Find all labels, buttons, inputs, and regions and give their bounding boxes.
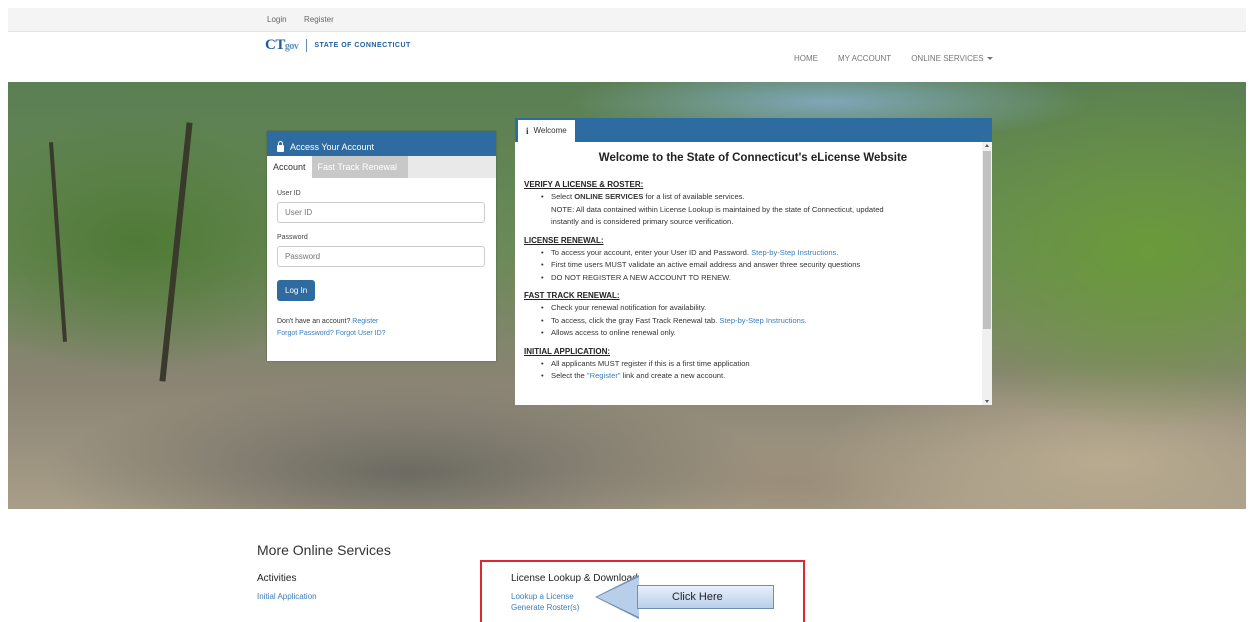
initial-application-list: All applicants MUST register if this is … [541,358,982,383]
login-panel-title: Access Your Account [290,142,375,152]
site-header: CTgov STATE OF CONNECTICUT HOME MY ACCOU… [8,32,1246,82]
scroll-thumb[interactable] [983,151,991,329]
nav-online-services[interactable]: ONLINE SERVICES [911,54,993,63]
activities-column: Activities Initial Application [257,573,317,602]
fast-track-section-heading: FAST TRACK RENEWAL: [524,291,620,300]
info-icon: i [526,126,529,136]
welcome-panel: i Welcome Welcome to the State of Connec… [515,118,992,405]
no-account-text: Don't have an account? [277,318,351,325]
login-panel-header: Access Your Account [267,131,496,156]
list-item: All applicants MUST register if this is … [541,358,982,371]
lock-icon [277,140,284,152]
log-in-button[interactable]: Log In [277,280,316,301]
welcome-tabbar: i Welcome [515,118,992,142]
login-link[interactable]: Login [267,15,287,24]
register-account-link[interactable]: Register [352,318,378,325]
renewal-instructions-link[interactable]: Step-by-Step Instructions. [751,248,838,257]
nav-my-account[interactable]: MY ACCOUNT [838,54,891,63]
forgot-password-link[interactable]: Forgot Password? [277,330,334,337]
register-inline-link[interactable]: "Register" [587,371,621,380]
tab-welcome[interactable]: i Welcome [518,120,575,142]
password-input[interactable] [277,246,485,267]
renewal-section-heading: LICENSE RENEWAL: [524,235,604,245]
login-tabs: Account Fast Track Renewal [267,156,496,178]
list-item: Allows access to online renewal only. [541,327,982,340]
logo-divider [306,39,308,52]
login-form: User ID Password Log In Don't have an ac… [267,178,496,340]
welcome-scrollbar[interactable] [982,142,992,405]
ct-gov-logo[interactable]: CTgov STATE OF CONNECTICUT [265,37,411,54]
renewal-section-list: To access your account, enter your User … [541,247,982,285]
tree-trunk [49,142,67,342]
nav-home[interactable]: HOME [794,54,818,63]
utility-bar: Login Register [8,8,1246,32]
logo-state-name: STATE OF CONNECTICUT [314,42,411,49]
activities-heading: Activities [257,573,297,584]
list-item: NOTE: All data contained within License … [551,204,884,214]
scroll-down-arrow-icon[interactable] [985,400,989,403]
register-link[interactable]: Register [304,15,334,24]
password-label: Password [277,234,308,241]
login-panel: Access Your Account Account Fast Track R… [267,131,496,361]
more-services-title: More Online Services [257,542,391,558]
scroll-up-arrow-icon[interactable] [985,144,989,147]
tab-account[interactable]: Account [267,156,312,178]
fast-track-instructions-link[interactable]: Step-by-Step Instructions. [719,316,806,325]
fast-track-section-list: Check your renewal notification for avai… [541,302,982,340]
tree-trunk [159,122,193,382]
welcome-title: Welcome to the State of Connecticut's eL… [598,152,908,164]
list-item: Select ONLINE SERVICES for a list of ava… [541,191,982,204]
list-item: To access, click the gray Fast Track Ren… [541,315,982,328]
user-id-input[interactable] [277,202,485,223]
callout-label: Click Here [637,585,774,609]
click-here-callout: Click Here [595,575,774,619]
welcome-content: Welcome to the State of Connecticut's eL… [515,142,982,405]
callout-arrow-fill [597,577,639,617]
user-id-label: User ID [277,190,301,197]
welcome-tab-label: Welcome [533,126,567,135]
list-item: instantly and is considered primary sour… [551,217,734,226]
verify-section-heading: VERIFY A LICENSE & ROSTER: [524,180,644,189]
main-nav: HOME MY ACCOUNT ONLINE SERVICES [794,54,1013,63]
tab-fast-track-renewal[interactable]: Fast Track Renewal [311,156,408,178]
initial-application-heading: INITIAL APPLICATION: [524,346,611,356]
login-help-links: Don't have an account? Register Forgot P… [277,316,486,340]
logo-mark: CTgov [265,37,299,53]
list-item: First time users MUST validate an active… [541,259,982,272]
initial-application-link[interactable]: Initial Application [257,591,317,602]
list-item: DO NOT REGISTER A NEW ACCOUNT TO RENEW. [541,272,982,285]
chevron-down-icon [986,57,993,61]
more-services-section: More Online Services [257,542,391,571]
verify-section-list: Select ONLINE SERVICES for a list of ava… [541,191,982,229]
list-item: To access your account, enter your User … [541,247,982,260]
list-item: Select the "Register" link and create a … [541,370,982,383]
forgot-user-id-link[interactable]: Forgot User ID? [336,330,386,337]
list-item: Check your renewal notification for avai… [541,302,982,315]
